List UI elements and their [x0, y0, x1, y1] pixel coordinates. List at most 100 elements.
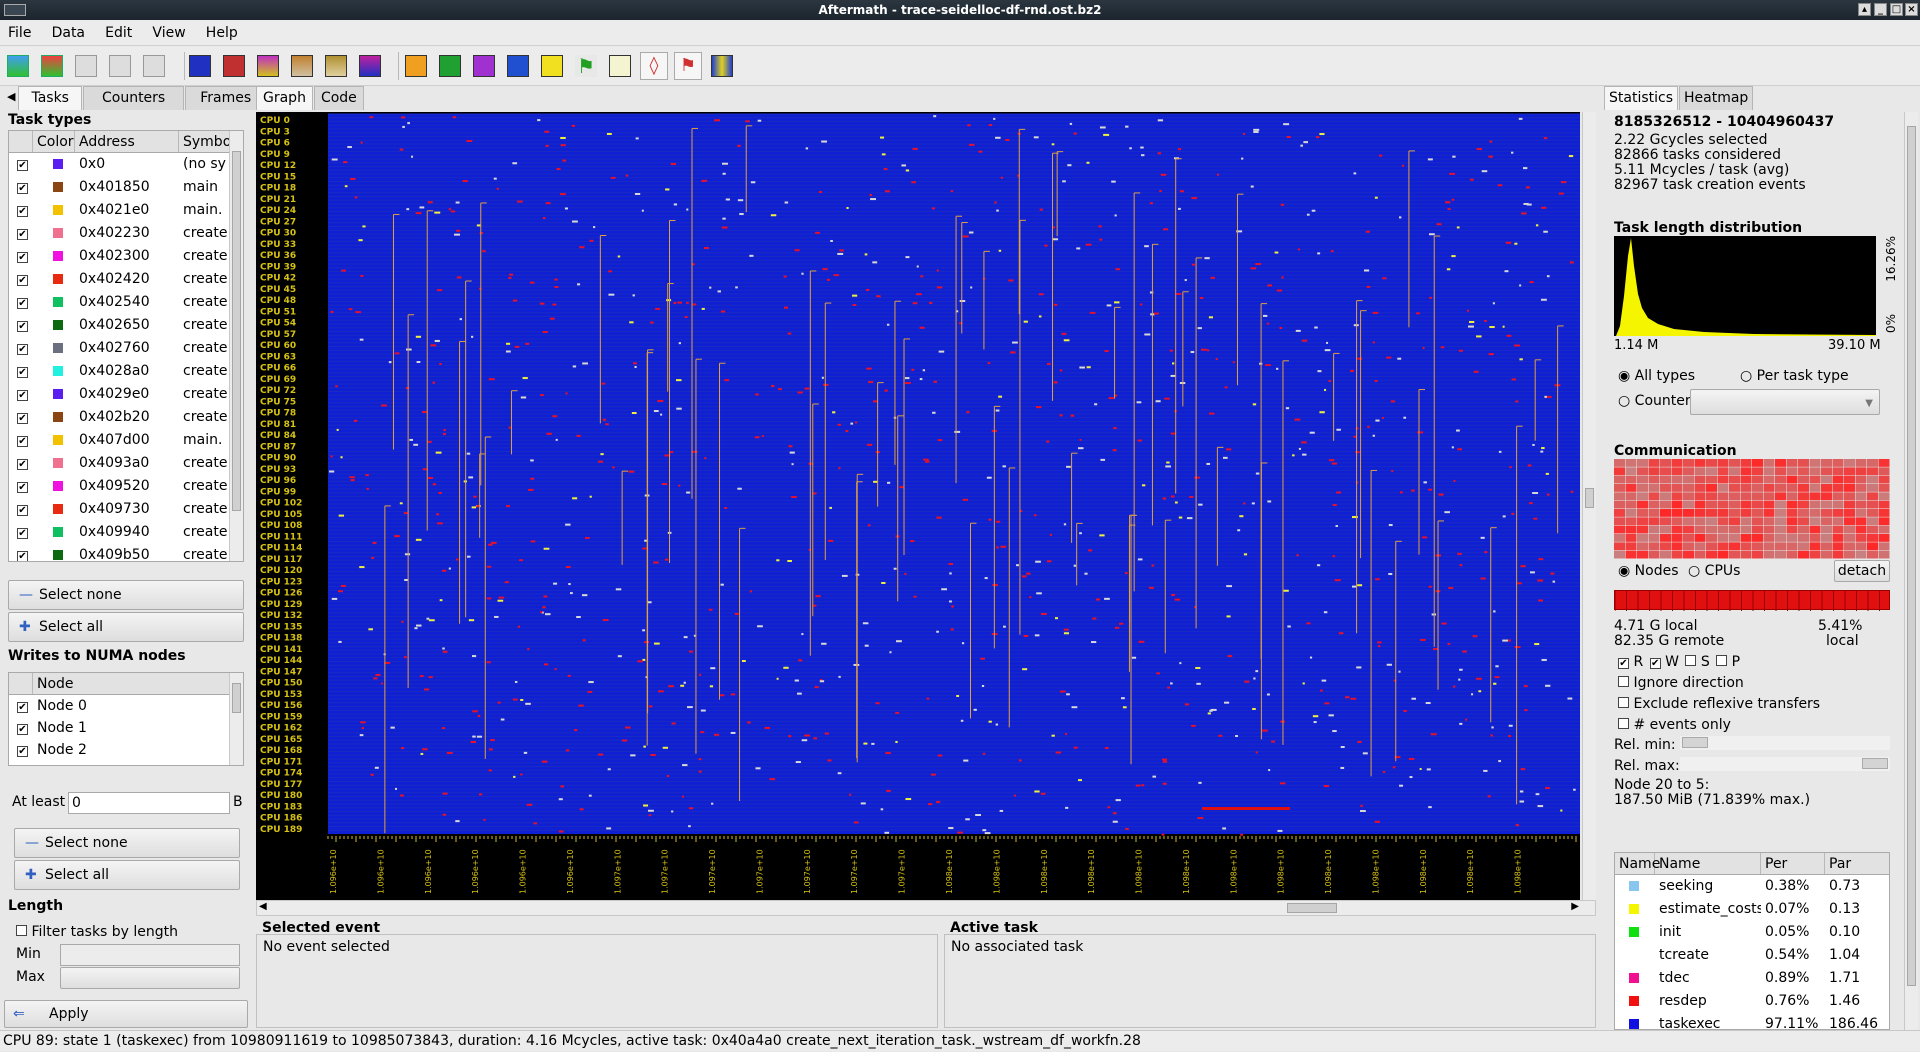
task-checkbox[interactable]: ✔	[9, 429, 33, 452]
view-heatmap-icon[interactable]	[220, 52, 248, 80]
matrix-icon[interactable]	[708, 52, 736, 80]
task-checkbox[interactable]: ✔	[9, 475, 33, 498]
arrows-blue-icon[interactable]	[504, 52, 532, 80]
all-tasks-icon[interactable]	[4, 52, 32, 80]
task-checkbox[interactable]: ✔	[9, 360, 33, 383]
exclude-reflexive[interactable]: Exclude reflexive transfers	[1618, 696, 1820, 712]
min-input[interactable]	[60, 944, 240, 966]
task-checkbox[interactable]: ✔	[9, 291, 33, 314]
maximize-icon[interactable]: □	[1890, 3, 1903, 16]
numa-node-row[interactable]: ✔Node 3	[9, 761, 243, 765]
menu-edit[interactable]: Edit	[97, 20, 140, 46]
view-numa-read-icon[interactable]	[288, 52, 316, 80]
numa-checkbox[interactable]: ✔	[9, 695, 33, 717]
in-icon[interactable]	[538, 52, 566, 80]
task-type-row[interactable]: ✔ 0x402540 create	[9, 291, 243, 314]
task-checkbox[interactable]: ✔	[9, 222, 33, 245]
col-name[interactable]: Name	[1615, 853, 1660, 874]
task-type-row[interactable]: ✔ 0x4028a0 create	[9, 360, 243, 383]
view-state-icon[interactable]	[186, 52, 214, 80]
task-checkbox[interactable]: ✔	[9, 383, 33, 406]
state-row[interactable]: taskexec 97.11% 186.46	[1615, 1013, 1889, 1029]
max-input[interactable]	[60, 967, 240, 989]
state-row[interactable]: estimate_costs 0.07% 0.13	[1615, 898, 1889, 921]
col-par[interactable]: Par	[1825, 853, 1889, 874]
close-icon[interactable]: ×	[1905, 3, 1918, 16]
task-checkbox[interactable]: ✔	[9, 199, 33, 222]
tab-code[interactable]: Code	[313, 86, 364, 110]
length-histogram[interactable]	[1614, 236, 1876, 336]
tab-heatmap[interactable]: Heatmap	[1679, 86, 1754, 110]
col-color[interactable]: Color	[33, 131, 75, 152]
rel-max-slider[interactable]	[1680, 757, 1890, 771]
task-type-row[interactable]: ✔ 0x402b20 create	[9, 406, 243, 429]
arrows-green-icon[interactable]	[436, 52, 464, 80]
task-type-row[interactable]: ✔ 0x409730 create	[9, 498, 243, 521]
menu-view[interactable]: View	[144, 20, 193, 46]
task-checkbox[interactable]: ✔	[9, 268, 33, 291]
task-type-row[interactable]: ✔ 0x409520 create	[9, 475, 243, 498]
col-node[interactable]: Node	[33, 673, 229, 694]
numa-node-row[interactable]: ✔ Node 2	[9, 739, 243, 761]
arrows-orange-icon[interactable]	[402, 52, 430, 80]
task-type-row[interactable]: ✔ 0x402300 create	[9, 245, 243, 268]
task-type-row[interactable]: ✔ 0x402420 create	[9, 268, 243, 291]
view-numa-heatmap-icon[interactable]	[356, 52, 384, 80]
filter-by-length[interactable]: Filter tasks by length	[16, 924, 178, 940]
task-type-row[interactable]: ✔ 0x0 (no sy	[9, 153, 243, 176]
tab-counters[interactable]: Counters	[82, 86, 185, 110]
task-select-all-button[interactable]: ✚ Select all	[8, 612, 244, 642]
state-row[interactable]: tcreate 0.54% 1.04	[1615, 944, 1889, 967]
task-types-vscroll[interactable]	[229, 131, 243, 561]
col-check[interactable]	[9, 131, 33, 152]
shade-icon[interactable]: ▴	[1858, 3, 1871, 16]
flag-icon[interactable]: ⚑	[572, 52, 600, 80]
task-checkbox[interactable]: ✔	[9, 314, 33, 337]
events-only[interactable]: # events only	[1618, 717, 1731, 733]
state-row[interactable]: init 0.05% 0.10	[1615, 921, 1889, 944]
task-type-row[interactable]: ✔ 0x402760 create	[9, 337, 243, 360]
col-name2[interactable]: Name	[1655, 853, 1761, 874]
tab-frames[interactable]: Frames	[185, 86, 267, 110]
task-checkbox[interactable]: ✔	[9, 544, 33, 561]
task-type-row[interactable]: ✔ 0x4021e0 main.	[9, 199, 243, 222]
flag-range-icon[interactable]: ⚑	[674, 52, 702, 80]
col-symbol[interactable]: Symbo	[179, 131, 231, 152]
state-row[interactable]: tdec 0.89% 1.71	[1615, 967, 1889, 990]
numa-vscroll[interactable]	[229, 673, 243, 765]
scroll-left-icon[interactable]: ◀	[259, 901, 267, 912]
tab-tasks[interactable]: Tasks	[18, 86, 82, 110]
task-checkbox[interactable]: ✔	[9, 521, 33, 544]
task-type-row[interactable]: ✔ 0x407d00 main.	[9, 429, 243, 452]
radio-all-types[interactable]: ◉ All types	[1618, 368, 1695, 384]
col-per[interactable]: Per	[1761, 853, 1825, 874]
numa-node-row[interactable]: ✔ Node 1	[9, 717, 243, 739]
task-checkbox[interactable]: ✔	[9, 498, 33, 521]
numa-select-all-button[interactable]: ✚ Select all	[14, 860, 240, 890]
radio-per-type[interactable]: ○ Per task type	[1740, 368, 1849, 384]
arrows-purple-icon[interactable]	[470, 52, 498, 80]
numa-node-row[interactable]: ✔ Node 0	[9, 695, 243, 717]
detach-button[interactable]: detach	[1834, 560, 1890, 582]
minimize-icon[interactable]: _	[1874, 3, 1887, 16]
task-checkbox[interactable]: ✔	[9, 406, 33, 429]
ignore-direction[interactable]: Ignore direction	[1618, 675, 1744, 691]
state-row[interactable]: resdep 0.76% 1.46	[1615, 990, 1889, 1013]
task-select-none-button[interactable]: — Select none	[8, 580, 244, 610]
filter-checkbox[interactable]	[16, 925, 27, 936]
window-menu-icon[interactable]	[4, 4, 26, 16]
communication-matrix[interactable]	[1614, 459, 1890, 559]
radio-cpus[interactable]: ○ CPUs	[1688, 563, 1740, 579]
graph-hscroll[interactable]: ◀ ▶	[256, 900, 1596, 916]
marker-icon[interactable]: ◊	[640, 52, 668, 80]
menu-help[interactable]: Help	[198, 20, 246, 46]
task-type-row[interactable]: ✔ 0x4093a0 create	[9, 452, 243, 475]
apply-button[interactable]: ⇐ Apply	[4, 1000, 248, 1028]
state-row[interactable]: seeking 0.38% 0.73	[1615, 875, 1889, 898]
graph-vscroll[interactable]	[1582, 112, 1596, 900]
rel-min-slider[interactable]	[1680, 736, 1890, 750]
view-numa-write-icon[interactable]	[322, 52, 350, 80]
tab-scroll-left-icon[interactable]: ◀	[4, 86, 18, 110]
task-checkbox[interactable]: ✔	[9, 245, 33, 268]
trace-graph[interactable]: CPU 0 CPU 3 CPU 6 CPU 9 CPU 12 CPU 15 CPU 18 CP…	[256, 112, 1580, 900]
